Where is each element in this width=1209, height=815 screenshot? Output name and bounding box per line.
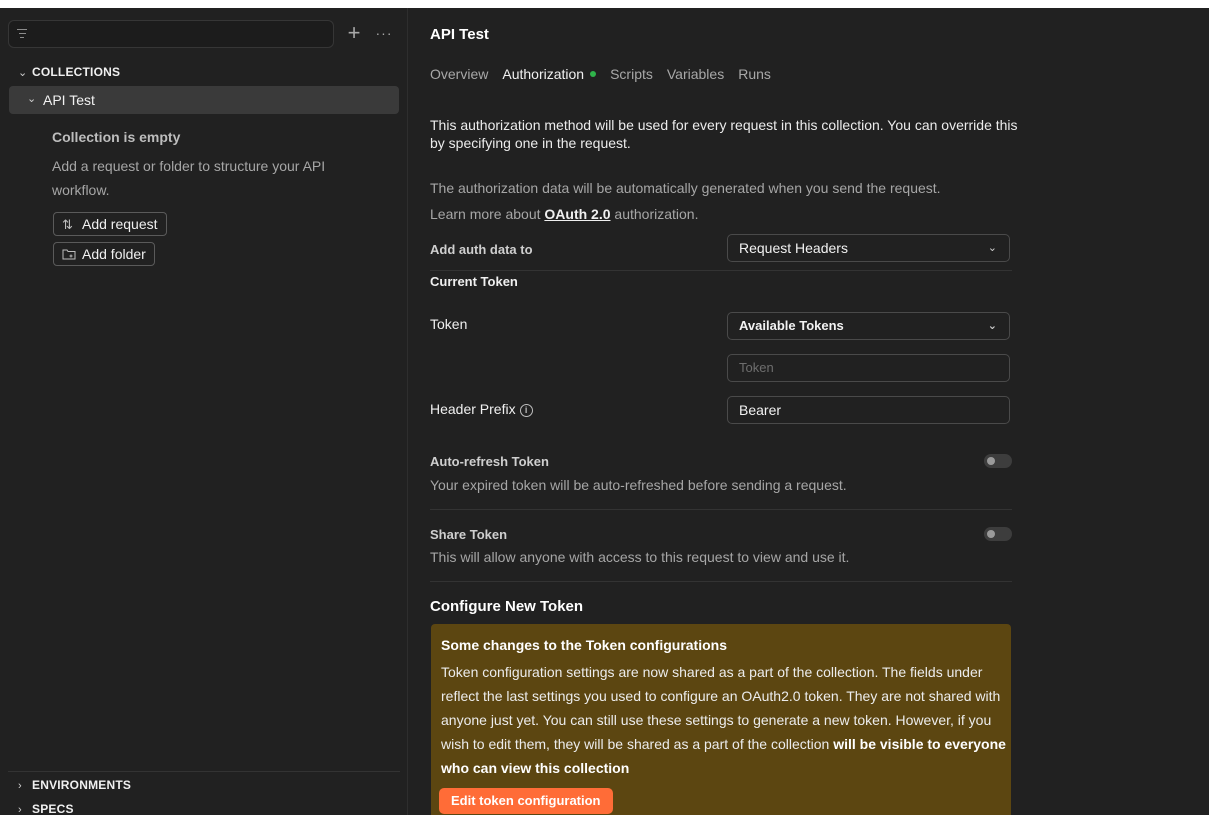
collection-name: API Test [43,92,95,108]
collections-label: COLLECTIONS [32,65,121,79]
more-options-button[interactable]: ··· [374,20,394,48]
configure-new-token-heading: Configure New Token [430,598,584,615]
chevron-down-icon: ⌄ [27,93,37,105]
filter-icon [17,29,27,39]
add-folder-button[interactable]: Add folder [53,242,155,266]
tab-authorization-label: Authorization [502,66,585,82]
tab-authorization[interactable]: Authorization [502,64,597,84]
divider [430,270,1012,271]
add-auth-label: Add auth data to [430,242,533,257]
add-auth-select[interactable]: Request Headers ⌄ [727,234,1010,262]
auto-refresh-description: Your expired token will be auto-refreshe… [430,477,847,493]
environments-label: ENVIRONMENTS [32,778,132,792]
chevron-down-icon: ⌄ [987,242,997,254]
active-status-dot [590,71,597,77]
share-token-title: Share Token [430,527,508,542]
info-icon[interactable]: i [519,404,533,417]
warning-title: Some changes to the Token configurations [441,637,727,653]
empty-collection-title: Collection is empty [52,129,181,145]
auto-refresh-title: Auto-refresh Token [430,454,549,469]
sidebar: + ··· ⌄ COLLECTIONS ⌄ API Test Collection… [0,8,408,815]
add-folder-label: Add folder [82,246,146,262]
token-label: Token [430,316,468,332]
edit-token-configuration-button[interactable]: Edit token configuration [439,788,613,814]
empty-collection-description: Add a request or folder to structure you… [52,158,326,198]
learn-more-text: Learn more about OAuth 2.0 authorization… [430,205,698,223]
oauth-link[interactable]: OAuth 2.0 [544,206,610,222]
chevron-right-icon: › [18,804,22,815]
auto-refresh-toggle[interactable] [984,454,1012,468]
chevron-down-icon: ⌄ [987,320,997,332]
tab-bar: Overview Authorization Scripts Variables… [430,64,785,84]
learn-more-prefix: Learn more about [430,206,545,222]
request-icon: ⇅ [62,217,73,232]
available-tokens-value: Available Tokens [739,318,844,333]
new-collection-button[interactable]: + [345,20,363,48]
token-placeholder: Token [739,360,774,375]
collection-item-api-test[interactable]: ⌄ API Test [9,86,399,114]
tab-variables[interactable]: Variables [667,64,724,84]
divider [430,509,1012,510]
specs-label: SPECS [32,802,74,815]
sidebar-search-input[interactable] [8,20,334,48]
share-token-toggle[interactable] [984,527,1012,541]
auto-generate-text: The authorization data will be automatic… [430,180,941,196]
environments-section-header[interactable]: › ENVIRONMENTS [18,775,131,795]
collections-section-header[interactable]: ⌄ COLLECTIONS [18,62,120,82]
header-prefix-text: Header Prefix [430,401,516,417]
add-auth-value: Request Headers [739,240,848,256]
token-config-warning: Some changes to the Token configurations… [431,624,1011,815]
main-panel: API Test Overview Authorization Scripts … [409,8,1209,815]
header-prefix-value: Bearer [739,402,782,418]
tab-scripts[interactable]: Scripts [610,64,653,84]
add-request-label: Add request [82,216,158,232]
tab-runs[interactable]: Runs [738,64,771,84]
tab-overview[interactable]: Overview [430,64,488,84]
available-tokens-select[interactable]: Available Tokens ⌄ [727,312,1010,340]
toggle-knob [987,457,995,465]
divider [430,581,1012,582]
add-request-button[interactable]: ⇅ Add request [53,212,167,236]
folder-plus-icon [62,244,76,266]
divider [8,771,400,772]
chevron-right-icon: › [18,780,22,792]
chevron-down-icon: ⌄ [18,67,28,79]
token-input[interactable]: Token [727,354,1010,382]
current-token-heading: Current Token [430,274,518,289]
specs-section-header[interactable]: › SPECS [18,799,74,815]
toggle-knob [987,530,995,538]
page-title: API Test [430,26,489,43]
header-prefix-label: Header Prefix i [430,401,533,417]
warning-text: Token configuration settings are now sha… [441,660,1006,780]
auth-intro-text: This authorization method will be used f… [430,117,1018,151]
learn-more-suffix: authorization. [610,206,699,222]
header-prefix-input[interactable]: Bearer [727,396,1010,424]
share-token-description: This will allow anyone with access to th… [430,549,850,565]
app-window: + ··· ⌄ COLLECTIONS ⌄ API Test Collection… [0,8,1209,815]
